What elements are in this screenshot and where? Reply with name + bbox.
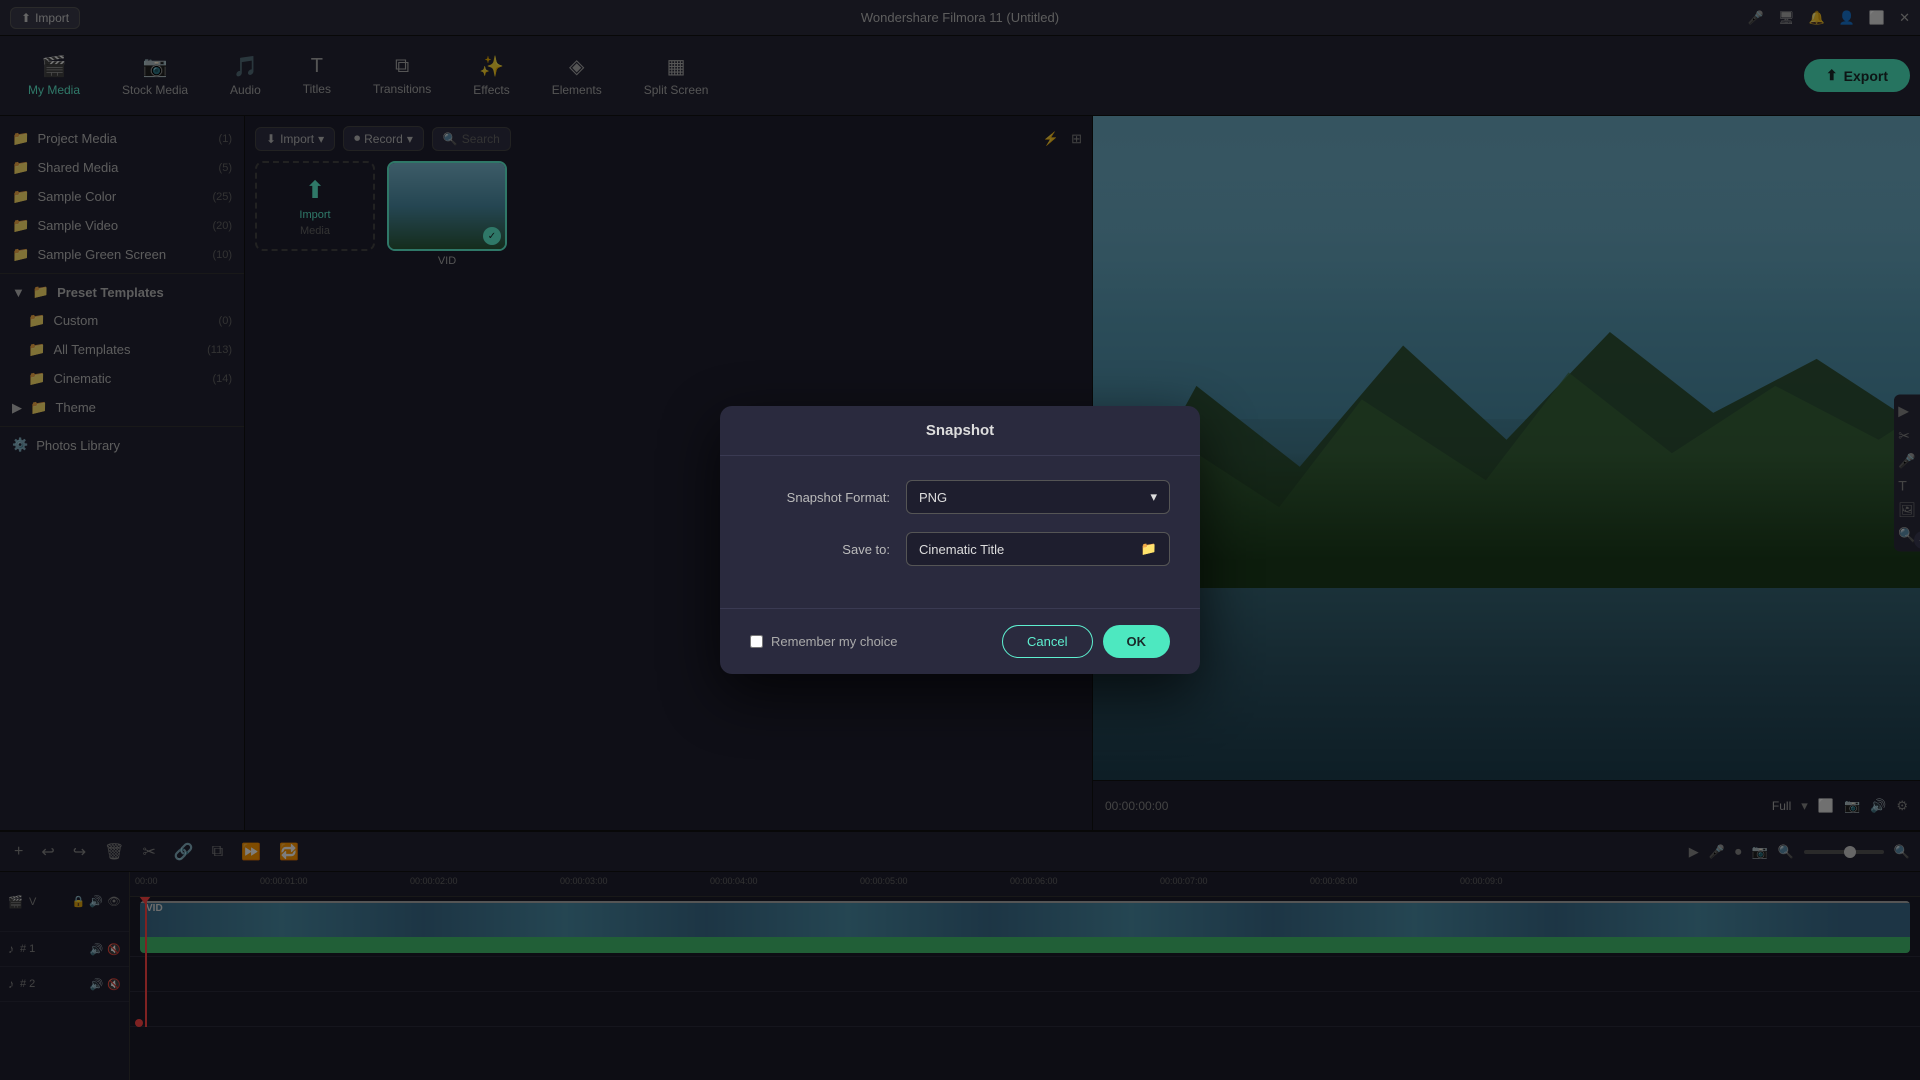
save-to-label: Save to: <box>750 542 890 557</box>
save-to-value: Cinematic Title <box>919 542 1004 557</box>
modal-actions: Cancel OK <box>1002 625 1170 658</box>
remember-choice-checkbox[interactable] <box>750 635 763 648</box>
save-to-input[interactable]: Cinematic Title 📁 <box>906 532 1170 566</box>
snapshot-modal: Snapshot Snapshot Format: PNG ▾ Save to:… <box>720 406 1200 674</box>
ok-button[interactable]: OK <box>1103 625 1171 658</box>
modal-overlay: Snapshot Snapshot Format: PNG ▾ Save to:… <box>0 0 1920 1080</box>
save-to-row: Save to: Cinematic Title 📁 <box>750 532 1170 566</box>
format-value: PNG <box>919 490 947 505</box>
save-to-folder-icon[interactable]: 📁 <box>1141 541 1157 557</box>
modal-footer: Remember my choice Cancel OK <box>720 608 1200 674</box>
format-label: Snapshot Format: <box>750 490 890 505</box>
format-row: Snapshot Format: PNG ▾ <box>750 480 1170 514</box>
modal-title: Snapshot <box>720 406 1200 456</box>
modal-body: Snapshot Format: PNG ▾ Save to: Cinemati… <box>720 456 1200 608</box>
format-chevron-icon: ▾ <box>1150 489 1157 505</box>
cancel-button[interactable]: Cancel <box>1002 625 1092 658</box>
remember-choice-label[interactable]: Remember my choice <box>750 634 897 649</box>
format-select[interactable]: PNG ▾ <box>906 480 1170 514</box>
